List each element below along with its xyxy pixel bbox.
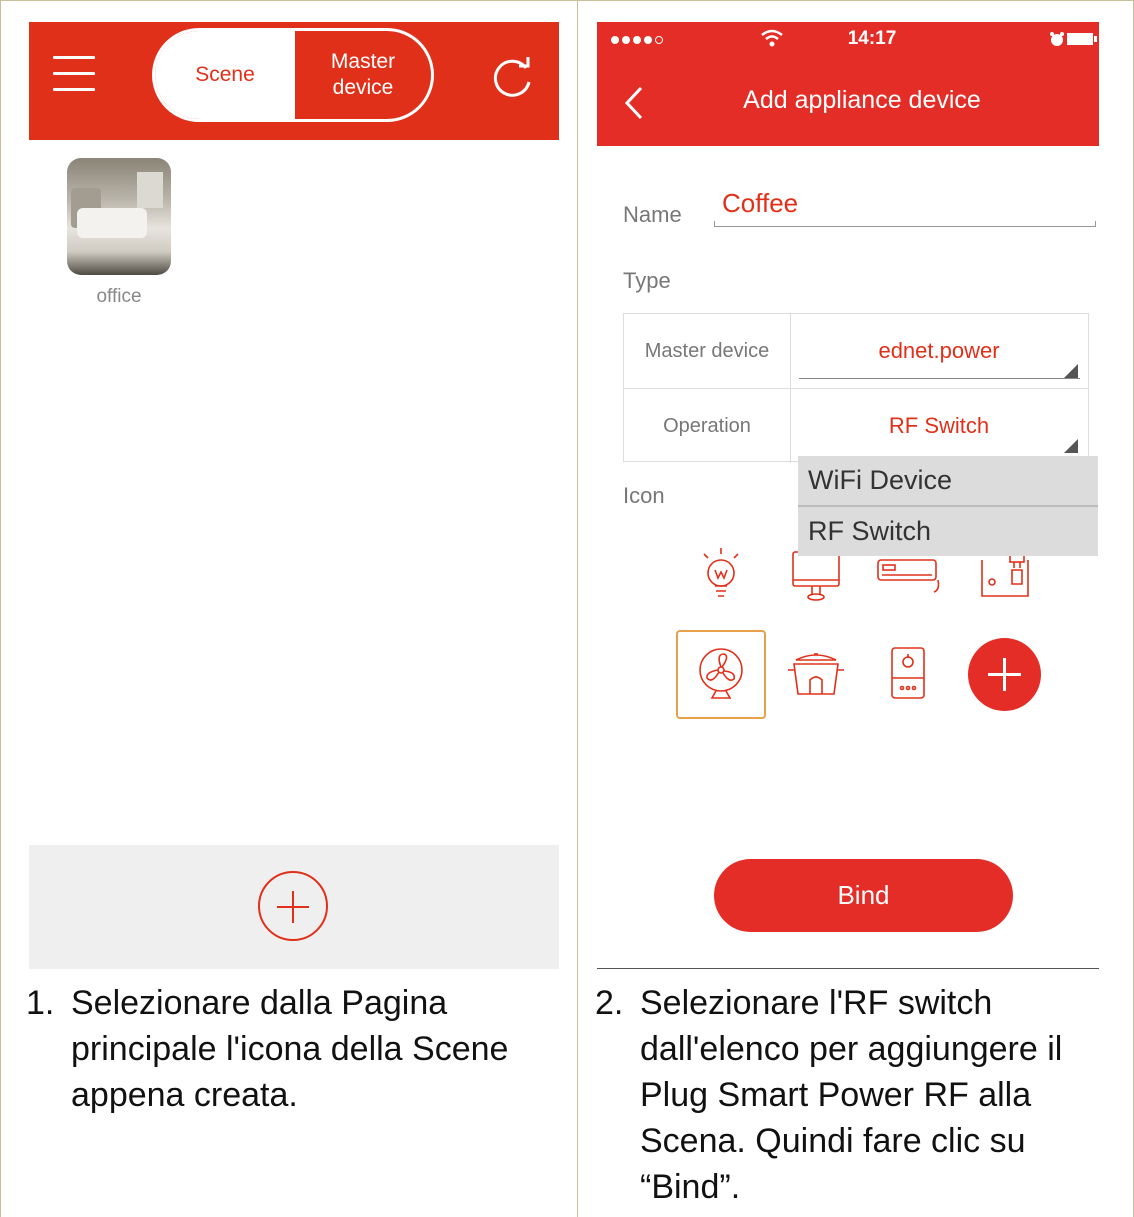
- fan-icon[interactable]: [694, 646, 748, 704]
- page-title: Add appliance device: [743, 86, 981, 114]
- name-field[interactable]: Coffee: [722, 188, 798, 219]
- dropdown-option-wifi-device[interactable]: WiFi Device: [798, 456, 1098, 505]
- back-icon[interactable]: [623, 86, 645, 120]
- name-field-underline: [714, 221, 1096, 227]
- scene-label: office: [96, 286, 142, 307]
- dropdown-corner-icon: [1064, 439, 1078, 453]
- signal-icon: [611, 36, 663, 44]
- add-scene-button[interactable]: [258, 871, 328, 941]
- type-label: Type: [623, 268, 671, 293]
- bind-button[interactable]: Bind: [714, 859, 1013, 932]
- alarm-icon: [1050, 32, 1064, 46]
- segment-master-device[interactable]: Master device: [295, 31, 431, 119]
- middle-border: [577, 0, 578, 1217]
- status-time: 14:17: [847, 28, 897, 49]
- add-icon-button[interactable]: [968, 638, 1041, 711]
- operation-dropdown-menu: WiFi Device RF Switch: [798, 456, 1098, 556]
- water-heater-icon[interactable]: [888, 644, 928, 702]
- battery-icon: [1067, 33, 1097, 45]
- status-bar: 14:17: [597, 22, 1099, 58]
- left-app-header: Scene Master device: [29, 22, 559, 140]
- step2-text: Selezionare l'RF switch dall'elenco per …: [640, 984, 1063, 1206]
- dropdown-corner-icon: [1064, 364, 1078, 378]
- right-separator: [597, 968, 1099, 969]
- scene-thumbnail[interactable]: [67, 158, 171, 275]
- master-device-key: Master device: [624, 314, 791, 388]
- icon-label: Icon: [623, 483, 665, 508]
- refresh-icon[interactable]: [489, 54, 535, 100]
- left-border: [0, 0, 1, 1217]
- dropdown-option-rf-switch[interactable]: RF Switch: [798, 505, 1098, 556]
- air-conditioner-icon[interactable]: [876, 556, 946, 596]
- master-device-select[interactable]: ednet.power: [790, 314, 1088, 388]
- top-border: [0, 0, 1134, 1]
- rice-cooker-icon[interactable]: [786, 648, 846, 698]
- step1-text: Selezionare dalla Pagina principale l'ic…: [71, 984, 509, 1114]
- name-label: Name: [623, 202, 682, 227]
- master-device-row: Master device ednet.power: [624, 314, 1088, 388]
- operation-select[interactable]: RF Switch: [790, 389, 1088, 463]
- step2-number: 2.: [595, 984, 624, 1022]
- segment-scene[interactable]: Scene: [155, 31, 295, 119]
- operation-key: Operation: [624, 389, 791, 463]
- step1-number: 1.: [26, 984, 55, 1022]
- monitor-icon[interactable]: [790, 550, 842, 602]
- master-device-underline: [799, 378, 1080, 379]
- operation-row: Operation RF Switch: [624, 388, 1088, 463]
- view-segmented-control: Scene Master device: [152, 28, 434, 122]
- wifi-icon: [761, 29, 783, 47]
- bulb-icon[interactable]: [698, 546, 744, 604]
- menu-icon[interactable]: [53, 56, 95, 96]
- type-table: Master device ednet.power Operation RF S…: [623, 313, 1089, 463]
- right-app-header: 14:17 Add appliance device: [597, 22, 1099, 146]
